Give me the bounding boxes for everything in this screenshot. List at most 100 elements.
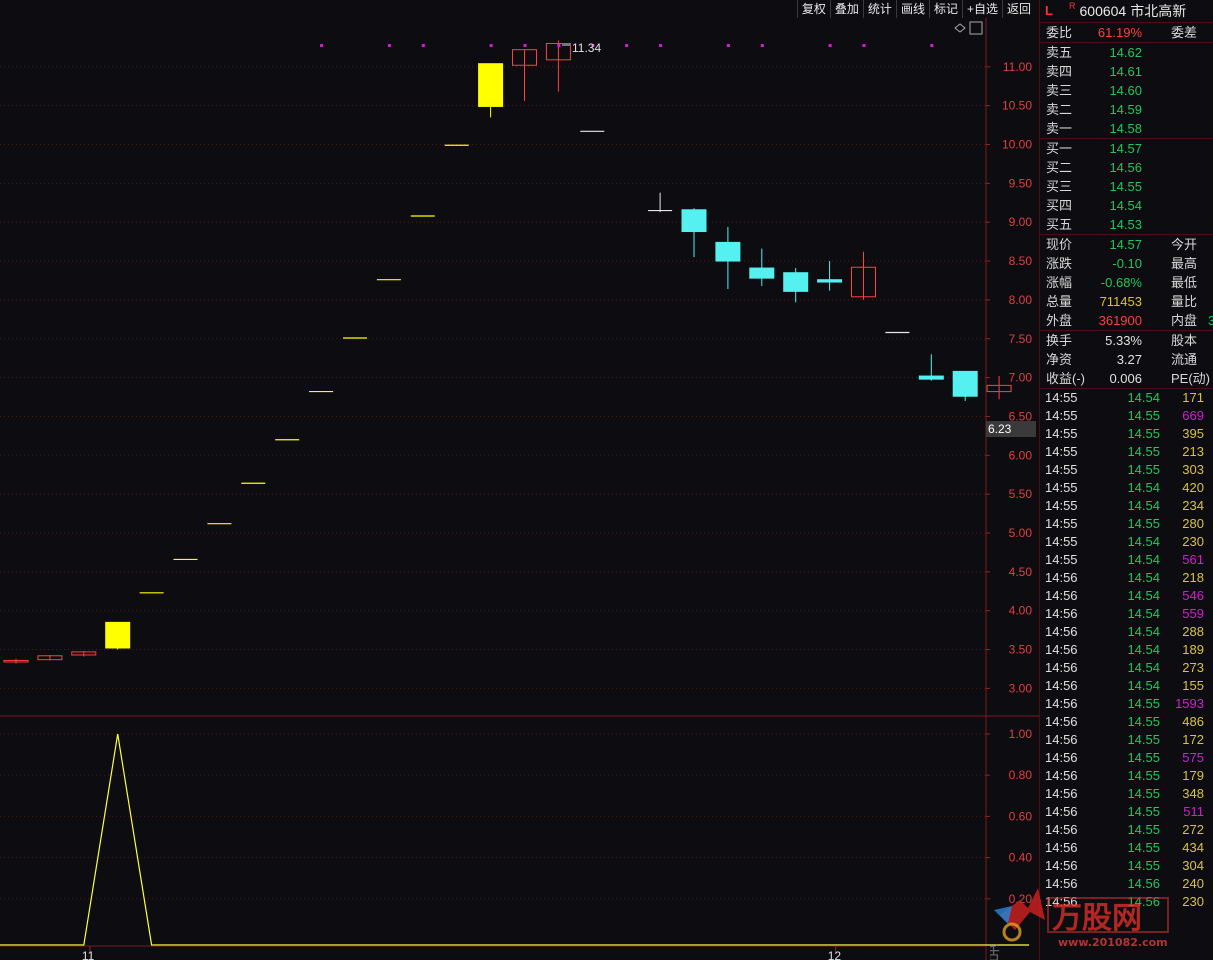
price-tick-label: 9.00 [1009,215,1033,229]
weibi-label: 委比 [1046,25,1073,40]
stat-value: 14.57 [1109,237,1142,252]
tick-row: 14:56 14.54 273 [1040,659,1213,677]
bid-level-label: 买二 [1046,160,1073,175]
ask-row[interactable]: 卖四 14.61 [1040,62,1213,81]
tick-price: 14.55 [1127,804,1160,819]
date-label: 12 [828,949,842,960]
tick-price: 14.55 [1127,408,1160,423]
weicha-label: 委差 [1171,25,1198,40]
price-tick-label: 8.50 [1009,254,1033,268]
tick-price: 14.54 [1127,660,1160,675]
tick-time: 14:56 [1045,732,1078,747]
tick-price: 14.55 [1127,750,1160,765]
tick-time: 14:56 [1045,750,1078,765]
stat-value: 361900 [1098,313,1142,328]
current-price-label: 6.23 [988,422,1012,436]
ask-row[interactable]: 卖二 14.59 [1040,100,1213,119]
toolbar-mark-button[interactable]: 标记 [928,0,962,18]
tick-volume: 546 [1182,588,1204,603]
ask-row[interactable]: 卖五 14.62 [1040,43,1213,62]
stat-label: 换手 [1046,333,1073,348]
tick-volume: 395 [1182,426,1204,441]
tick-price: 14.54 [1127,552,1160,567]
tick-volume: 348 [1182,786,1204,801]
buy-order-book: 买一 14.57 买二 14.56 买三 14.55 买四 14.54 买五 14.53 [1040,139,1213,235]
stock-name: 市北高新 [1130,3,1187,19]
bid-row[interactable]: 买四 14.54 [1040,196,1213,215]
sell-order-book: 卖五 14.62 卖四 14.61 卖三 14.60 卖二 14.59 卖一 14.58 [1040,43,1213,139]
ask-row[interactable]: 卖一 14.58 [1040,119,1213,138]
ask-level-label: 卖一 [1046,121,1073,136]
signal-marker [930,44,934,47]
rzrq-badge: R [1069,1,1076,11]
tick-row: 14:56 14.54 155 [1040,677,1213,695]
bid-level-label: 买三 [1046,179,1073,194]
stat-label-secondary: 最高 [1171,256,1198,271]
bid-row[interactable]: 买二 14.56 [1040,158,1213,177]
bid-row[interactable]: 买五 14.53 [1040,215,1213,234]
toolbar-draw-button[interactable]: 画线 [895,0,929,18]
price-tick-label: 5.50 [1009,487,1033,501]
quote-stats-1: 现价 14.57 今开 涨跌 -0.10 最高 涨幅 -0.68% 最低 总量 711453 量比 外盘… [1040,235,1213,331]
tick-time: 14:55 [1045,444,1078,459]
tick-price: 14.55 [1127,786,1160,801]
signal-marker [862,44,866,47]
tick-row: 14:55 14.54 420 [1040,479,1213,497]
stat-value: 0.006 [1109,371,1142,386]
price-tick-label: 4.00 [1009,604,1033,618]
tick-time: 14:56 [1045,786,1078,801]
tick-time: 14:56 [1045,660,1078,675]
toolbar-stats-button[interactable]: 统计 [862,0,896,18]
signal-marker [387,44,391,47]
tick-time: 14:55 [1045,426,1078,441]
tick-row: 14:55 14.55 395 [1040,425,1213,443]
toolbar-add-watchlist-button[interactable]: +自选 [961,0,1002,18]
tick-time: 14:55 [1045,516,1078,531]
tick-price: 14.54 [1127,498,1160,513]
tick-row: 14:55 14.55 303 [1040,461,1213,479]
ask-level-label: 卖三 [1046,83,1073,98]
ask-price: 14.59 [1109,102,1142,117]
stat-label: 净资 [1046,352,1073,367]
indicator-tick-label: 0.60 [1009,809,1033,823]
toolbar-fuquan-button[interactable]: 复权 [796,0,830,18]
tick-row: 14:56 14.54 288 [1040,623,1213,641]
bid-level-label: 买四 [1046,198,1073,213]
kline-chart[interactable]: 11.00 10.50 10.00 9.50 9.00 8.50 8.00 7.50 7.00 6… [0,0,1040,960]
tick-list[interactable]: 14:55 14.54 171 14:55 14.55 669 14:55 14.55 395 1… [1040,389,1213,911]
ask-price: 14.58 [1109,121,1142,136]
signal-marker [659,44,663,47]
tick-time: 14:55 [1045,534,1078,549]
chart-toolbar: 复权 叠加 统计 画线 标记 +自选 返回 [796,0,1035,18]
bid-price: 14.57 [1109,141,1142,156]
bid-row[interactable]: 买三 14.55 [1040,177,1213,196]
weibi-value: 61.19% [1097,25,1142,40]
toolbar-overlay-button[interactable]: 叠加 [829,0,863,18]
stat-value: 5.33% [1105,333,1142,348]
tick-time: 14:55 [1045,498,1078,513]
tick-price: 14.54 [1127,642,1160,657]
kline-chart-area[interactable]: 11.00 10.50 10.00 9.50 9.00 8.50 8.00 7.50 7.00 6… [0,0,1040,960]
indicator-tick-label: 0.80 [1009,768,1033,782]
tick-time: 14:55 [1045,408,1078,423]
tick-price: 14.54 [1127,480,1160,495]
signal-marker [828,44,832,47]
tick-volume: 669 [1182,408,1204,423]
signal-marker [421,44,425,47]
tick-volume: 273 [1182,660,1204,675]
tick-row: 14:56 14.55 172 [1040,731,1213,749]
ask-row[interactable]: 卖三 14.60 [1040,81,1213,100]
bid-row[interactable]: 买一 14.57 [1040,139,1213,158]
stat-label-secondary: 今开 [1171,237,1198,252]
signal-marker [320,44,324,47]
stat-label: 涨跌 [1046,256,1073,271]
toolbar-back-button[interactable]: 返回 [1001,0,1035,18]
svg-text:万股网: 万股网 [1052,901,1142,936]
stat-label-secondary: 内盘 [1171,313,1198,328]
tick-price: 14.55 [1127,426,1160,441]
price-tick-label: 7.00 [1009,371,1033,385]
tick-price: 14.54 [1127,534,1160,549]
price-tick-label: 6.00 [1009,448,1033,462]
tick-row: 14:56 14.55 348 [1040,785,1213,803]
stat-value: -0.68% [1100,275,1142,290]
